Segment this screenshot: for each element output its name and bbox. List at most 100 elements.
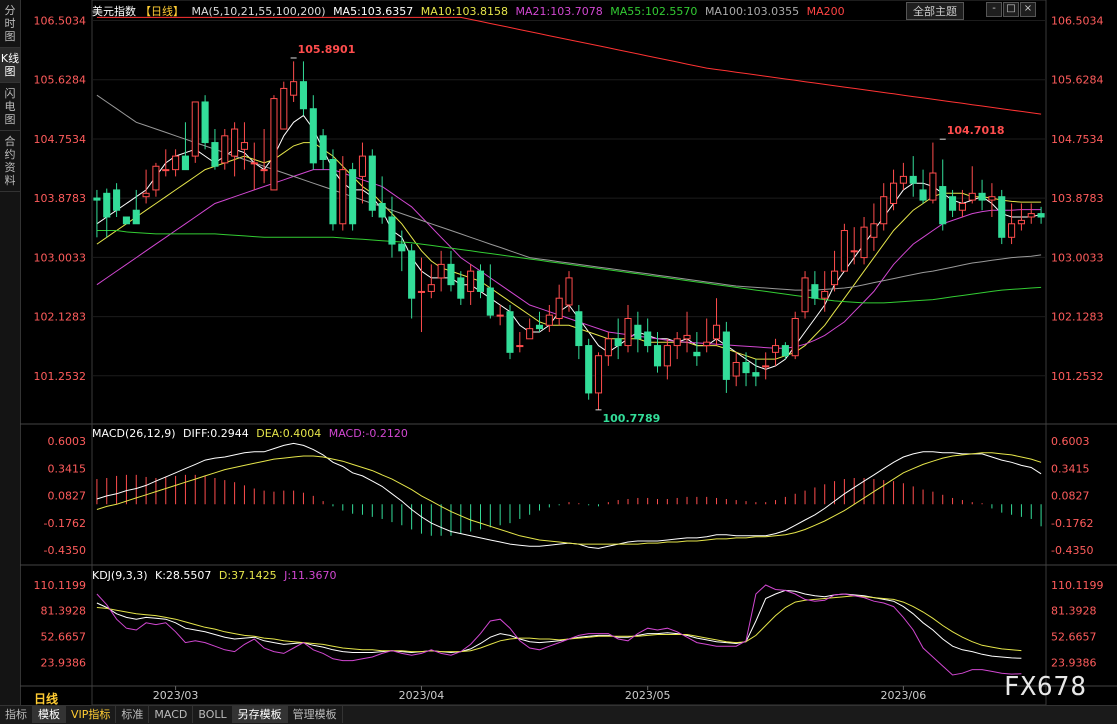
candle-body: [634, 324, 642, 340]
tab-standard[interactable]: 标准: [116, 706, 150, 723]
macd-axis-label-right: 0.6003: [1051, 435, 1090, 448]
period-label: 【日线】: [140, 5, 184, 18]
candle-body: [113, 189, 121, 211]
candle-body: [781, 345, 789, 357]
macd-dea-line: [96, 452, 1042, 545]
macd-axis-label-right: -0.4350: [1051, 544, 1093, 557]
tab-indicators[interactable]: 指标: [0, 706, 33, 723]
candle-body: [368, 155, 376, 211]
candle-body: [457, 277, 465, 299]
tab-manage-templates[interactable]: 管理模板: [288, 706, 343, 723]
candle-body: [742, 361, 750, 374]
candle-body: [712, 324, 721, 340]
candle-body: [585, 345, 593, 394]
kdj-axis-label-left: 110.1199: [34, 579, 87, 592]
candle-body: [417, 290, 426, 293]
candle-body: [1037, 213, 1045, 218]
kdj-d: D:37.1425: [218, 569, 277, 582]
candle-body: [988, 196, 996, 201]
minimize-button[interactable]: -: [986, 2, 1002, 17]
candle-body: [309, 108, 317, 164]
candle-body: [644, 331, 652, 347]
candle-body: [929, 172, 937, 201]
candle-body: [860, 226, 868, 259]
ma5-line: [96, 114, 1042, 370]
candle-body: [1008, 223, 1016, 238]
price-axis-label-right: 104.7534: [1051, 133, 1104, 146]
macd-legend: MACD(26,12,9) DIFF:0.2944 DEA:0.4004 MAC…: [92, 427, 412, 440]
date-axis-label: 2023/06: [881, 689, 927, 702]
bottom-toolbar: 指标 模板 VIP指标 标准 MACD BOLL 另存模板 管理模板: [0, 705, 1117, 724]
tab-vip-indicators[interactable]: VIP指标: [66, 706, 117, 723]
price-axis-label-right: 106.5034: [1051, 15, 1104, 28]
candle-body: [811, 284, 819, 299]
macd-axis-label-right: 0.3415: [1051, 462, 1090, 475]
kline-chart[interactable]: 106.5034 106.5034 105.6284 105.6284 104.7534…: [20, 0, 1117, 705]
candle-body: [240, 142, 248, 150]
candle-body: [191, 101, 199, 157]
tab-templates[interactable]: 模板: [33, 706, 66, 723]
candle-body: [565, 277, 573, 306]
close-button[interactable]: ×: [1020, 2, 1036, 17]
ma100-value: MA100:103.0355: [704, 5, 800, 18]
price-axis-label-right: 102.1283: [1051, 311, 1104, 324]
candle-body: [388, 216, 396, 245]
macd-axis-label-left: -0.1762: [44, 517, 86, 530]
candle-body: [152, 165, 160, 191]
candle-body: [516, 345, 524, 348]
maximize-button[interactable]: □: [1003, 2, 1019, 17]
candle-body: [172, 155, 180, 171]
candle-body: [663, 345, 671, 367]
candle-body: [545, 314, 553, 326]
tab-contract-info[interactable]: 合约资料: [0, 131, 20, 192]
candle-body: [339, 169, 347, 225]
kdj-axis-label-left: 23.9386: [41, 656, 87, 669]
candle-body: [427, 284, 435, 292]
kdj-axis-label-left: 52.6657: [41, 631, 87, 644]
date-axis-label: 2023/05: [625, 689, 671, 702]
ma21-value: MA21:103.7078: [515, 5, 603, 18]
candle-body: [467, 270, 475, 292]
candle-body: [958, 202, 966, 211]
tab-timeshare[interactable]: 分时图: [0, 0, 20, 48]
candle-body: [624, 318, 632, 347]
macd-axis-label-left: 0.3415: [48, 462, 87, 475]
fx678-logo: FX678: [1003, 672, 1087, 702]
candle-body: [221, 135, 229, 164]
candle-body: [476, 270, 485, 292]
tab-flash-chart[interactable]: 闪电图: [0, 83, 20, 131]
macd-value: MACD:-0.2120: [328, 427, 408, 440]
price-axis-label-right: 103.8783: [1051, 192, 1104, 205]
ma5-value: MA5:103.6357: [333, 5, 414, 18]
candle-body: [673, 338, 681, 347]
annotation-low1: 100.7789: [603, 412, 661, 425]
candle-body: [703, 341, 711, 347]
kdj-name: KDJ(9,3,3): [92, 569, 148, 582]
candle-body: [378, 202, 386, 218]
price-axis-label-left: 103.0033: [34, 251, 87, 264]
date-axis-label: 2023/03: [153, 689, 199, 702]
tab-macd[interactable]: MACD: [149, 706, 194, 723]
candle-body: [231, 128, 239, 157]
candle-body: [880, 196, 888, 225]
price-axis-label-left: 102.1283: [34, 311, 87, 324]
kdj-legend: KDJ(9,3,3) K:28.5507 D:37.1425 J:11.3670: [92, 569, 341, 582]
ma100-line: [96, 94, 1042, 291]
tab-save-template[interactable]: 另存模板: [232, 706, 288, 723]
tab-boll[interactable]: BOLL: [193, 706, 233, 723]
candle-body: [447, 263, 455, 286]
candle-body: [1027, 213, 1035, 218]
candle-body: [614, 338, 622, 347]
candle-body: [850, 250, 858, 253]
candle-body: [535, 324, 544, 330]
all-templates-button[interactable]: 全部主题: [906, 2, 964, 20]
macd-axis-label-left: 0.6003: [48, 435, 87, 448]
candle-body: [909, 175, 917, 184]
plot-frame: [91, 0, 1047, 705]
kdj-j: J:11.3670: [284, 569, 337, 582]
main-legend: 美元指数 【日线】 MA(5,10,21,55,100,200) MA5:103.…: [92, 3, 849, 19]
price-axis-label-right: 105.6284: [1051, 74, 1104, 87]
tab-kline[interactable]: K线图: [0, 48, 20, 83]
price-axis-label-left: 105.6284: [34, 74, 87, 87]
candle-body: [1017, 219, 1025, 225]
